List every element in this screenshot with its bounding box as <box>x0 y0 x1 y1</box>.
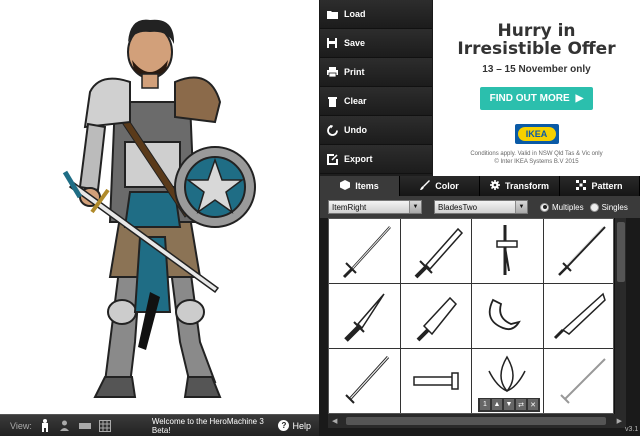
print-button[interactable]: Print <box>320 58 432 87</box>
item-thumbnail[interactable] <box>401 349 472 413</box>
trash-icon <box>326 95 338 107</box>
ad-fine-print: Conditions apply. Valid in NSW Qld Tas &… <box>433 150 640 166</box>
undo-label: Undo <box>344 125 367 135</box>
view-mode-icons <box>38 419 112 433</box>
ad-dates: 13 – 15 November only <box>482 64 591 75</box>
advertisement[interactable]: Hurry in Irresistible Offer 13 – 15 Nove… <box>433 0 640 176</box>
singles-radio[interactable]: Singles <box>589 202 628 212</box>
play-arrow-icon: ▶ <box>575 93 584 104</box>
category-dropdown-value: BladesTwo <box>438 202 478 212</box>
category-dropdown[interactable]: BladesTwo ▼ <box>434 200 528 214</box>
item-thumbnail[interactable] <box>543 219 613 284</box>
brush-icon <box>420 180 431 192</box>
scrollbar-thumb[interactable] <box>617 222 625 282</box>
view-label: View: <box>10 420 32 431</box>
singles-label: Singles <box>601 202 628 212</box>
vertical-scrollbar[interactable] <box>614 218 626 414</box>
clear-label: Clear <box>344 96 367 106</box>
grid-view-icon[interactable] <box>98 419 112 433</box>
save-button[interactable]: Save <box>320 29 432 58</box>
tab-transform-label: Transform <box>504 181 549 191</box>
ad-headline: Hurry in Irresistible Offer <box>433 22 640 58</box>
chevron-down-icon: ▼ <box>515 201 527 213</box>
export-icon <box>326 153 338 165</box>
move-up-icon[interactable]: ▲ <box>492 399 502 410</box>
undo-button[interactable]: Undo <box>320 116 432 145</box>
folder-icon <box>326 8 338 20</box>
tab-color-label: Color <box>435 181 459 191</box>
tab-pattern[interactable]: Pattern <box>560 176 640 196</box>
ad-copyright: © Inter IKEA Systems B.V 2015 <box>494 159 579 165</box>
editor-tabs: Items Color Transform Pattern <box>320 176 640 196</box>
item-grid <box>328 218 614 414</box>
full-body-view-icon[interactable] <box>38 419 52 433</box>
find-out-more-button[interactable]: FIND OUT MORE ▶ <box>479 87 594 110</box>
multiples-radio[interactable]: Multiples <box>540 202 584 212</box>
cube-icon <box>340 180 351 192</box>
item-thumbnail[interactable] <box>400 284 472 349</box>
help-button[interactable]: ? Help <box>278 420 311 431</box>
item-thumbnail[interactable] <box>329 284 401 349</box>
move-down-icon[interactable]: ▼ <box>504 399 514 410</box>
clear-button[interactable]: Clear <box>320 87 432 116</box>
flip-icon[interactable]: ⇄ <box>516 399 526 410</box>
radio-selected-icon <box>540 202 549 212</box>
bust-view-icon[interactable] <box>58 419 72 433</box>
character-canvas[interactable] <box>0 0 319 414</box>
item-thumbnail[interactable] <box>472 219 544 284</box>
floppy-icon <box>326 37 338 49</box>
ad-conditions: Conditions apply. Valid in NSW Qld Tas &… <box>470 151 603 157</box>
item-thumbnail[interactable] <box>329 219 401 284</box>
grid-icon <box>576 180 587 192</box>
file-menu: Load Save Print Clear Undo Export <box>320 0 432 176</box>
scrollbar-thumb[interactable] <box>346 417 606 425</box>
load-button[interactable]: Load <box>320 0 432 29</box>
close-icon[interactable]: ✕ <box>528 399 538 410</box>
save-label: Save <box>344 38 366 48</box>
item-thumbnail[interactable] <box>543 284 613 349</box>
welcome-message: Welcome to the HeroMachine 3 Beta! <box>151 416 264 435</box>
ad-headline-line1: Hurry in <box>497 21 576 41</box>
printer-icon <box>326 66 338 78</box>
load-label: Load <box>344 9 366 19</box>
heromachine-app: View: Welcome to the HeroMachine 3 Beta!… <box>0 0 640 436</box>
banner-view-icon[interactable] <box>78 419 92 433</box>
ikea-logo-text: IKEA <box>517 127 556 141</box>
find-out-more-label: FIND OUT MORE <box>489 93 570 104</box>
export-label: Export <box>344 154 373 164</box>
version-label: v3.1 <box>625 426 639 433</box>
chevron-down-icon: ▼ <box>409 201 421 213</box>
item-tools: 1 ▲ ▼ ⇄ ✕ <box>478 398 540 412</box>
tab-items-label: Items <box>355 181 379 191</box>
slot-dropdown-value: ItemRight <box>332 202 367 212</box>
help-label: Help <box>292 420 311 431</box>
export-button[interactable]: Export <box>320 145 432 174</box>
item-thumbnail[interactable] <box>329 349 401 413</box>
item-thumbnail[interactable] <box>472 284 544 349</box>
multiples-label: Multiples <box>552 202 584 212</box>
item-selector-bar: ItemRight ▼ BladesTwo ▼ Multiples Single… <box>320 196 640 218</box>
ikea-logo: IKEA <box>514 124 559 144</box>
item-thumbnail[interactable] <box>544 349 614 413</box>
tab-transform[interactable]: Transform <box>480 176 560 196</box>
hero-character[interactable] <box>50 12 260 412</box>
radio-unselected-icon <box>589 202 599 212</box>
horizontal-scrollbar[interactable]: ◀ ▶ <box>328 414 626 428</box>
undo-icon <box>326 124 338 136</box>
status-bar: View: Welcome to the HeroMachine 3 Beta!… <box>0 414 319 436</box>
item-thumbnail[interactable] <box>400 219 472 284</box>
scroll-left-icon[interactable]: ◀ <box>332 417 337 425</box>
tab-items[interactable]: Items <box>320 176 400 196</box>
ad-headline-line2: Irresistible Offer <box>457 39 616 59</box>
tab-color[interactable]: Color <box>400 176 480 196</box>
slot-dropdown[interactable]: ItemRight ▼ <box>328 200 422 214</box>
gear-icon <box>489 180 500 192</box>
page-number-icon[interactable]: 1 <box>480 399 490 410</box>
scroll-right-icon[interactable]: ▶ <box>617 417 622 425</box>
print-label: Print <box>344 67 365 77</box>
help-icon: ? <box>278 420 290 431</box>
tab-pattern-label: Pattern <box>591 181 623 191</box>
